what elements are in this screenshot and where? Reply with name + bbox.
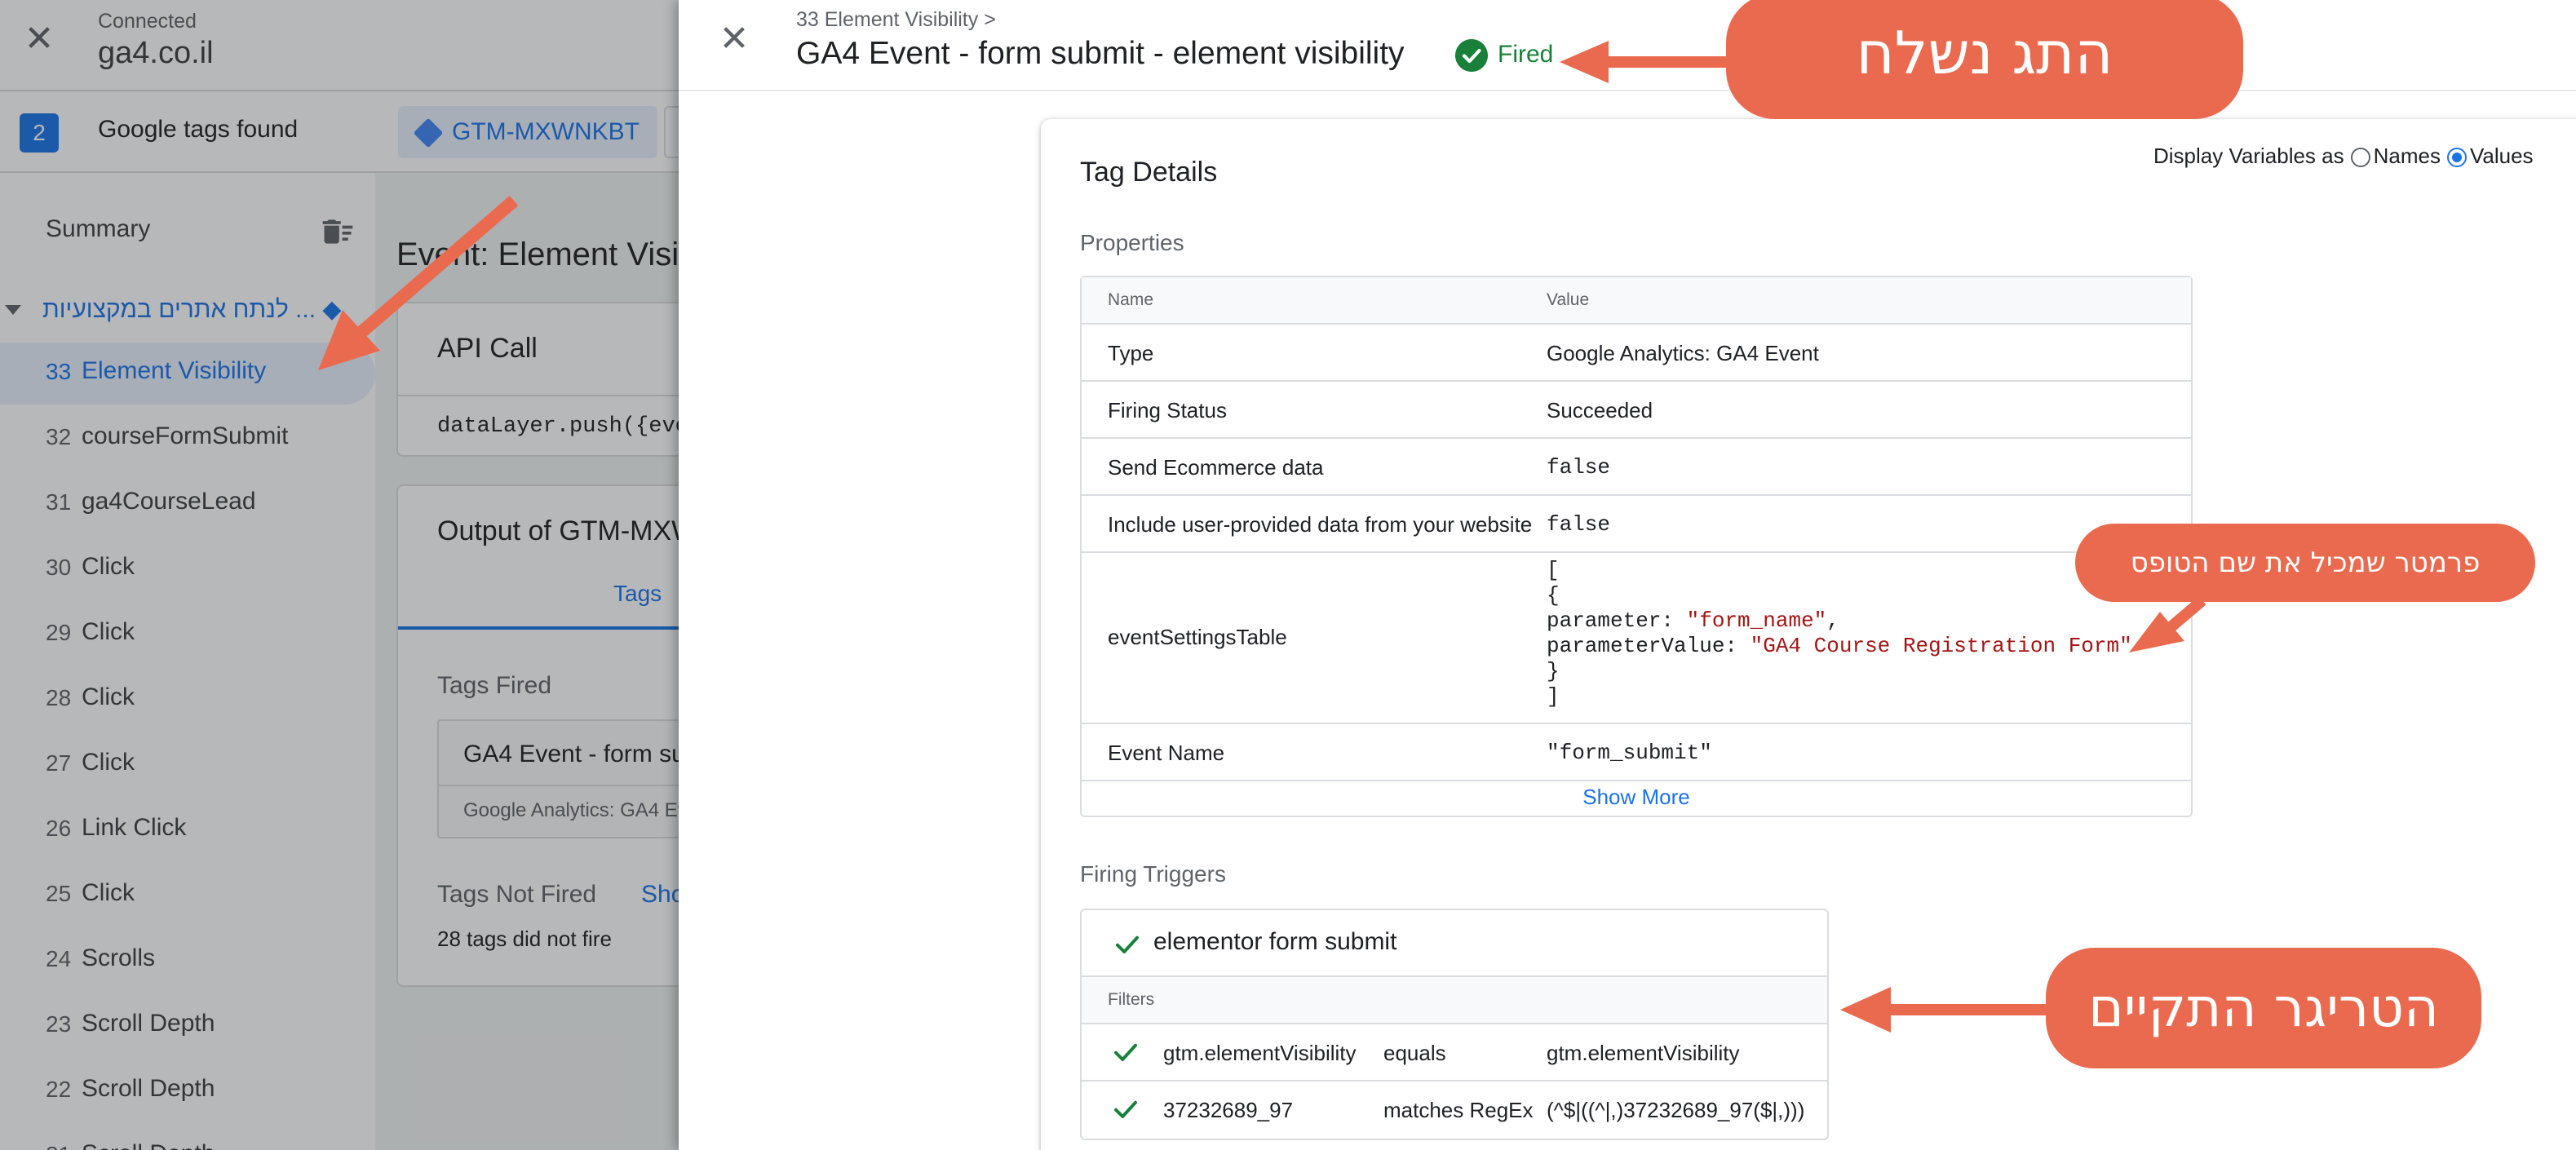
properties-title: Properties (1080, 230, 1184, 255)
filter-variable: gtm.elementVisibility (1163, 1041, 1357, 1065)
filter-value: (^$|((^|,)37232689_97($|,))) (1547, 1098, 1805, 1122)
radio-names-label[interactable]: Names (2374, 144, 2441, 168)
property-value: Succeeded (1547, 398, 1653, 422)
code-line: ] (1547, 684, 1560, 709)
code-line: parameterValue: "GA4 Course Registration… (1547, 634, 2132, 659)
annotation-trigger-met: הטריגר התקיים (2046, 948, 2481, 1068)
check-icon (1114, 1100, 1137, 1118)
property-name: Include user-provided data from your web… (1108, 512, 1533, 537)
property-value: "form_submit" (1547, 741, 1712, 765)
code-string: "GA4 Course Registration Form" (1750, 634, 2132, 658)
column-header-name: Name (1108, 290, 1154, 309)
code-line: parameter: "form_name", (1547, 608, 1839, 633)
modal-scrim[interactable] (0, 0, 679, 1150)
annotation-tag-fired: התג נשלח (1726, 0, 2243, 119)
trigger-name-row: elementor form submit (1082, 910, 1827, 977)
event-settings-code: [ { parameter: "form_name", parameterVal… (1547, 558, 2132, 710)
code-line: } (1547, 659, 1560, 683)
filter-variable: 37232689_97 (1163, 1098, 1294, 1122)
code-line: { (1547, 583, 1560, 608)
code-line: [ (1547, 558, 1560, 582)
breadcrumb[interactable]: 33 Element Visibility > (796, 8, 996, 32)
table-row: Event Name "form_submit" (1082, 724, 2191, 781)
radio-values-label[interactable]: Values (2470, 144, 2534, 168)
check-icon (1114, 1043, 1137, 1061)
check-circle-icon (1455, 39, 1488, 72)
property-value: false (1547, 455, 1611, 480)
table-row: Send Ecommerce data false (1082, 439, 2191, 496)
panel-title: GA4 Event - form submit - element visibi… (796, 36, 1405, 71)
close-panel-icon[interactable]: ✕ (716, 21, 752, 57)
status-badge: Fired (1498, 41, 1554, 68)
property-name: Type (1108, 341, 1154, 365)
filter-value: gtm.elementVisibility (1547, 1041, 1740, 1065)
show-more-link[interactable]: Show More (1082, 785, 2191, 810)
table-header: Name Value (1082, 277, 2191, 325)
firing-triggers-title: Firing Triggers (1080, 861, 1226, 887)
filter-operator: equals (1383, 1041, 1446, 1065)
filters-header: Filters (1082, 977, 1827, 1024)
radio-values[interactable] (2446, 148, 2467, 167)
property-name: Send Ecommerce data (1108, 455, 1324, 480)
table-row: Type Google Analytics: GA4 Event (1082, 325, 2191, 382)
column-header-value: Value (1547, 290, 1590, 309)
properties-table: Name Value Type Google Analytics: GA4 Ev… (1080, 276, 2193, 817)
table-row: Firing Status Succeeded (1082, 382, 2191, 439)
annotation-form-name-param: פרמטר שמכיל את שם הטופס (2075, 524, 2535, 602)
panel-header: ✕ 33 Element Visibility > GA4 Event - fo… (679, 0, 2576, 91)
display-variables-label: Display Variables as (2153, 144, 2344, 168)
firing-trigger-card: elementor form submit Filters gtm.elemen… (1080, 909, 1829, 1140)
filter-row: gtm.elementVisibility equals gtm.element… (1082, 1024, 1827, 1081)
table-row: Include user-provided data from your web… (1082, 496, 2191, 553)
code-key: parameter: (1547, 608, 1687, 633)
filters-label: Filters (1108, 990, 1155, 1009)
details-title: Tag Details (1080, 157, 1218, 188)
table-row: eventSettingsTable [ { parameter: "form_… (1082, 553, 2191, 724)
display-variables-toggle: Display Variables as Names Values (2153, 144, 2534, 169)
property-value: Google Analytics: GA4 Event (1547, 341, 1819, 365)
filter-operator: matches RegEx (1383, 1098, 1534, 1122)
code-key: parameterValue: (1547, 634, 1751, 658)
radio-names[interactable] (2350, 148, 2370, 167)
check-icon (1116, 935, 1139, 953)
trigger-name: elementor form submit (1153, 928, 1397, 955)
property-name: Event Name (1108, 741, 1225, 765)
code-string: "form_name" (1686, 608, 1827, 633)
property-value: false (1547, 512, 1611, 537)
property-name: Firing Status (1108, 398, 1227, 422)
filter-row: 37232689_97 matches RegEx (^$|((^|,)3723… (1082, 1081, 1827, 1139)
property-name: eventSettingsTable (1108, 625, 1287, 649)
